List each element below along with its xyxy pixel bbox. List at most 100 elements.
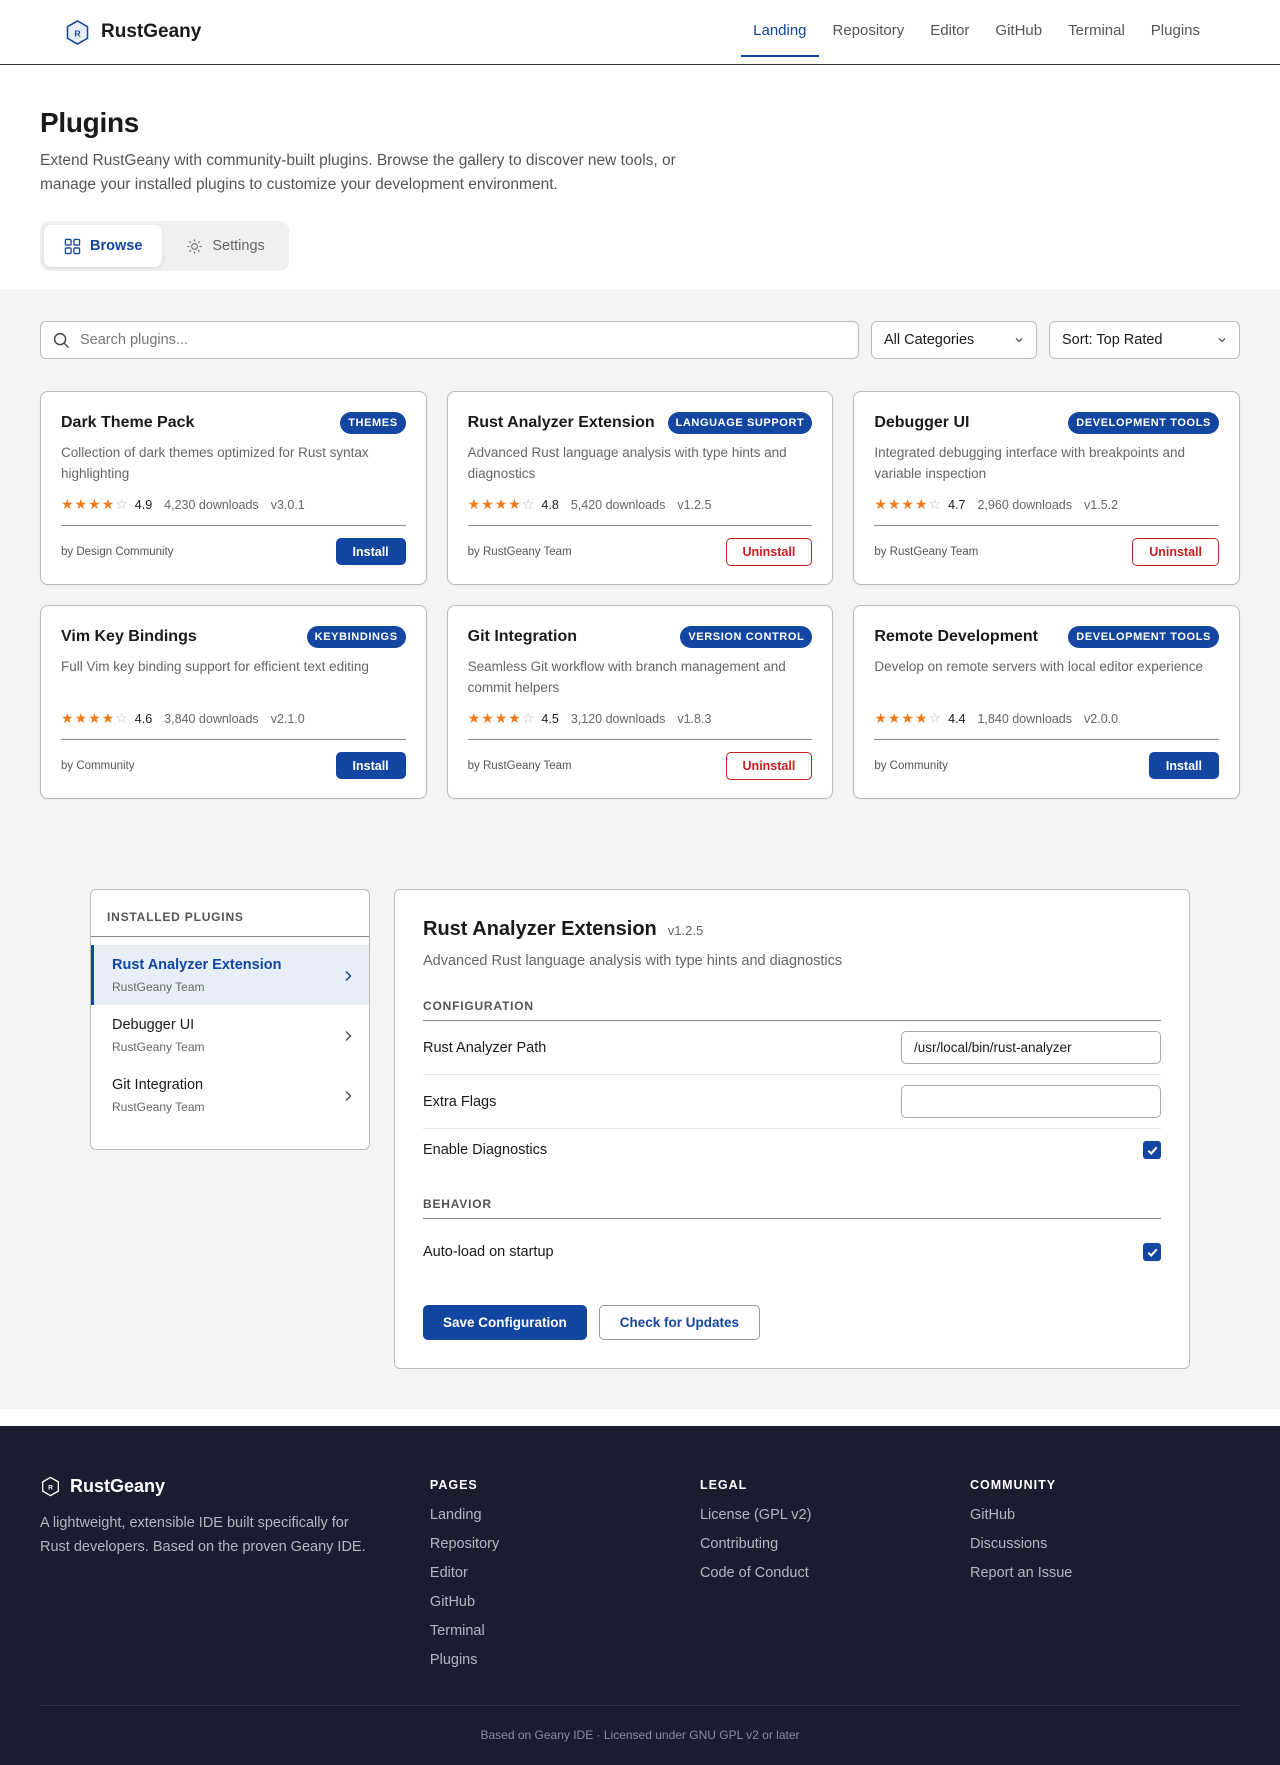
path-input[interactable] <box>901 1031 1161 1064</box>
diagnostics-label: Enable Diagnostics <box>423 1142 548 1158</box>
card-footer: by Community Install <box>61 752 406 779</box>
footer-legal-link[interactable]: Contributing <box>700 1535 970 1554</box>
installed-item-author: RustGeany Team <box>112 1100 205 1114</box>
footer-page-link[interactable]: Terminal <box>430 1622 700 1641</box>
autoload-checkbox[interactable] <box>1143 1243 1161 1261</box>
tab-settings[interactable]: Settings <box>166 225 284 267</box>
detail-version: v1.2.5 <box>667 923 704 938</box>
download-count: 5,420 downloads <box>570 497 666 512</box>
detail-actions: Save Configuration Check for Updates <box>423 1305 1161 1340</box>
card-header: Debugger UI DEVELOPMENT TOOLS <box>874 412 1219 434</box>
footer-community-heading: COMMUNITY <box>969 1478 1057 1492</box>
nav-terminal[interactable]: Terminal <box>1056 5 1137 57</box>
category-badge: DEVELOPMENT TOOLS <box>1068 626 1219 648</box>
installed-list: INSTALLED PLUGINS Rust Analyzer Extensio… <box>90 889 370 1150</box>
flags-input[interactable] <box>901 1085 1161 1118</box>
plugin-card: Vim Key Bindings KEYBINDINGS Full Vim ke… <box>40 605 427 799</box>
category-badge: LANGUAGE SUPPORT <box>667 412 813 434</box>
footer-community-link[interactable]: Report an Issue <box>970 1564 1240 1583</box>
install-button[interactable]: Install <box>335 538 406 565</box>
card-header: Remote Development DEVELOPMENT TOOLS <box>874 626 1219 648</box>
diagnostics-checkbox[interactable] <box>1143 1141 1161 1159</box>
footer-legal-link[interactable]: License (GPL v2) <box>700 1506 970 1525</box>
installed-list-item[interactable]: Git Integration RustGeany Team <box>91 1065 369 1125</box>
uninstall-button[interactable]: Uninstall <box>725 538 813 566</box>
autoload-label: Auto-load on startup <box>423 1244 554 1260</box>
card-footer: by RustGeany Team Uninstall <box>468 752 813 780</box>
plugin-description: Full Vim key binding support for efficie… <box>61 659 369 674</box>
plugin-name: Dark Theme Pack <box>61 414 195 431</box>
category-select-value: All Categories <box>884 332 975 348</box>
plugin-version: v1.8.3 <box>677 711 712 726</box>
installed-list-item[interactable]: Debugger UI RustGeany Team <box>91 1005 369 1065</box>
star-rating-icon: ★★★★☆ <box>467 710 536 726</box>
sort-select[interactable]: Sort: Top Rated <box>1049 321 1240 359</box>
save-configuration-button[interactable]: Save Configuration <box>423 1305 587 1340</box>
uninstall-button[interactable]: Uninstall <box>725 752 813 780</box>
search-box[interactable] <box>40 321 859 359</box>
detail-description: Advanced Rust language analysis with typ… <box>423 953 843 969</box>
footer-pages-heading: PAGES <box>429 1478 478 1492</box>
star-rating-icon: ★★★★☆ <box>874 496 943 512</box>
nav-plugins[interactable]: Plugins <box>1139 5 1212 57</box>
star-rating-icon: ★★★★☆ <box>874 710 943 726</box>
footer-brand-name: RustGeany <box>70 1476 166 1496</box>
svg-text:R: R <box>74 28 81 38</box>
footer-community-link[interactable]: Discussions <box>970 1535 1240 1554</box>
uninstall-button[interactable]: Uninstall <box>1132 538 1219 566</box>
filter-bar: All Categories Sort: Top Rated <box>40 321 1240 359</box>
chevron-right-icon <box>345 1030 352 1041</box>
star-rating-icon: ★★★★☆ <box>467 496 536 512</box>
category-select[interactable]: All Categories <box>871 321 1037 359</box>
download-count: 4,230 downloads <box>164 497 259 512</box>
footer-page-link[interactable]: Editor <box>430 1564 700 1583</box>
footer-logo[interactable]: R RustGeany <box>40 1476 430 1497</box>
search-icon <box>53 332 70 348</box>
plugin-name: Debugger UI <box>874 414 970 431</box>
path-row: Rust Analyzer Path <box>423 1021 1161 1075</box>
plugin-description: Seamless Git workflow with branch manage… <box>467 659 786 695</box>
install-button[interactable]: Install <box>1148 752 1219 779</box>
installed-item-author: RustGeany Team <box>112 1040 205 1054</box>
chevron-right-icon <box>345 1090 352 1101</box>
rating-value: 4.8 <box>541 497 559 512</box>
footer-page-link[interactable]: Plugins <box>430 1651 700 1670</box>
nav-github[interactable]: GitHub <box>983 5 1054 57</box>
tab-browse[interactable]: Browse <box>44 225 163 267</box>
footer-page-link[interactable]: GitHub <box>430 1593 700 1612</box>
hexagon-logo-icon: R <box>66 19 89 45</box>
plugin-name: Rust Analyzer Extension <box>467 414 655 431</box>
nav-repository[interactable]: Repository <box>821 5 917 57</box>
nav-landing[interactable]: Landing <box>741 5 819 57</box>
plugin-author: by Community <box>61 759 135 772</box>
footer-legal: LEGAL License (GPL v2) Contributing Code o… <box>700 1476 970 1680</box>
check-updates-button[interactable]: Check for Updates <box>598 1305 761 1340</box>
install-button[interactable]: Install <box>335 752 406 779</box>
installed-list-item[interactable]: Rust Analyzer Extension RustGeany Team <box>91 945 369 1005</box>
plugin-card: Remote Development DEVELOPMENT TOOLS Dev… <box>853 605 1240 799</box>
site-footer: R RustGeany A lightweight, extensible ID… <box>0 1426 1280 1765</box>
plugin-card: Git Integration VERSION CONTROL Seamless… <box>446 605 834 799</box>
card-header: Dark Theme Pack THEMES <box>61 412 406 434</box>
nav-editor[interactable]: Editor <box>918 5 981 57</box>
plugin-version: v2.1.0 <box>270 711 305 726</box>
search-input[interactable] <box>80 332 846 348</box>
footer-legal-link[interactable]: Code of Conduct <box>700 1564 970 1583</box>
checkmark-icon <box>1147 1146 1157 1155</box>
plugin-author: by RustGeany Team <box>874 546 979 558</box>
rating-value: 4.9 <box>134 497 153 512</box>
footer-page-link[interactable]: Landing <box>430 1506 700 1525</box>
footer-page-link[interactable]: Repository <box>430 1535 700 1554</box>
installed-item-name: Git Integration <box>112 1077 204 1093</box>
site-header: R RustGeany Landing Repository Editor Gi… <box>0 0 1280 65</box>
brand[interactable]: R RustGeany <box>64 19 201 46</box>
download-count: 3,120 downloads <box>570 711 666 726</box>
tab-browse-label: Browse <box>90 238 143 254</box>
configuration-heading: CONFIGURATION <box>423 999 1161 1021</box>
flags-label: Extra Flags <box>423 1093 497 1110</box>
download-count: 3,840 downloads <box>164 711 259 726</box>
footer-community-link[interactable]: GitHub <box>970 1506 1240 1525</box>
installed-item-name: Rust Analyzer Extension <box>112 957 282 973</box>
installed-list-heading: INSTALLED PLUGINS <box>91 890 369 937</box>
plugin-description: Integrated debugging interface with brea… <box>874 445 1186 481</box>
